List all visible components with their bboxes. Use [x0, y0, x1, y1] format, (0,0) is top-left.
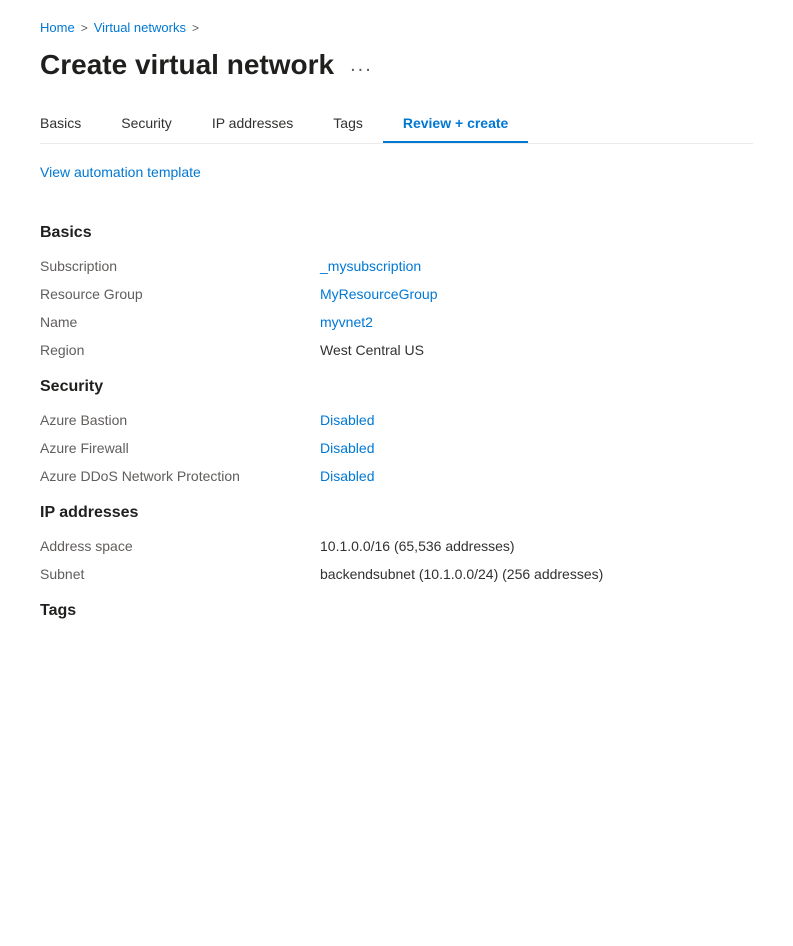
field-azure-ddos: Azure DDoS Network Protection Disabled [40, 468, 753, 484]
field-label-subscription: Subscription [40, 258, 320, 274]
tab-basics[interactable]: Basics [40, 105, 101, 143]
automation-template-link[interactable]: View automation template [40, 164, 201, 180]
field-address-space: Address space 10.1.0.0/16 (65,536 addres… [40, 538, 753, 554]
field-label-region: Region [40, 342, 320, 358]
field-region: Region West Central US [40, 342, 753, 358]
tab-ip-addresses[interactable]: IP addresses [192, 105, 313, 143]
field-value-azure-ddos: Disabled [320, 468, 374, 484]
breadcrumb-separator-1: > [81, 21, 88, 35]
breadcrumb-home[interactable]: Home [40, 20, 75, 35]
security-section-title: Security [40, 378, 753, 396]
tab-tags[interactable]: Tags [313, 105, 383, 143]
field-label-azure-ddos: Azure DDoS Network Protection [40, 468, 320, 484]
field-value-resource-group: MyResourceGroup [320, 286, 438, 302]
field-label-name: Name [40, 314, 320, 330]
field-value-azure-firewall: Disabled [320, 440, 374, 456]
field-label-azure-firewall: Azure Firewall [40, 440, 320, 456]
basics-section-title: Basics [40, 224, 753, 242]
field-subscription: Subscription _mysubscription [40, 258, 753, 274]
tab-review-create[interactable]: Review + create [383, 105, 528, 143]
ellipsis-button[interactable]: ... [346, 54, 377, 77]
field-label-address-space: Address space [40, 538, 320, 554]
field-azure-bastion: Azure Bastion Disabled [40, 412, 753, 428]
breadcrumb-separator-2: > [192, 21, 199, 35]
field-value-region: West Central US [320, 342, 424, 358]
tags-section: Tags [40, 602, 753, 620]
field-label-subnet: Subnet [40, 566, 320, 582]
page-title-row: Create virtual network ... [40, 49, 753, 81]
field-value-address-space: 10.1.0.0/16 (65,536 addresses) [320, 538, 515, 554]
field-value-name: myvnet2 [320, 314, 373, 330]
breadcrumb: Home > Virtual networks > [40, 20, 753, 35]
field-subnet: Subnet backendsubnet (10.1.0.0/24) (256 … [40, 566, 753, 582]
ip-addresses-section-title: IP addresses [40, 504, 753, 522]
field-value-azure-bastion: Disabled [320, 412, 374, 428]
tab-security[interactable]: Security [101, 105, 192, 143]
security-section: Security Azure Bastion Disabled Azure Fi… [40, 378, 753, 484]
field-label-azure-bastion: Azure Bastion [40, 412, 320, 428]
tags-section-title: Tags [40, 602, 753, 620]
field-azure-firewall: Azure Firewall Disabled [40, 440, 753, 456]
ip-addresses-section: IP addresses Address space 10.1.0.0/16 (… [40, 504, 753, 582]
page-container: Home > Virtual networks > Create virtual… [0, 0, 793, 680]
field-value-subnet: backendsubnet (10.1.0.0/24) (256 address… [320, 566, 603, 582]
field-label-resource-group: Resource Group [40, 286, 320, 302]
field-resource-group: Resource Group MyResourceGroup [40, 286, 753, 302]
page-title: Create virtual network [40, 49, 334, 81]
field-value-subscription: _mysubscription [320, 258, 421, 274]
breadcrumb-virtual-networks[interactable]: Virtual networks [94, 20, 186, 35]
field-name: Name myvnet2 [40, 314, 753, 330]
tabs-container: Basics Security IP addresses Tags Review… [40, 105, 753, 144]
basics-section: Basics Subscription _mysubscription Reso… [40, 224, 753, 358]
